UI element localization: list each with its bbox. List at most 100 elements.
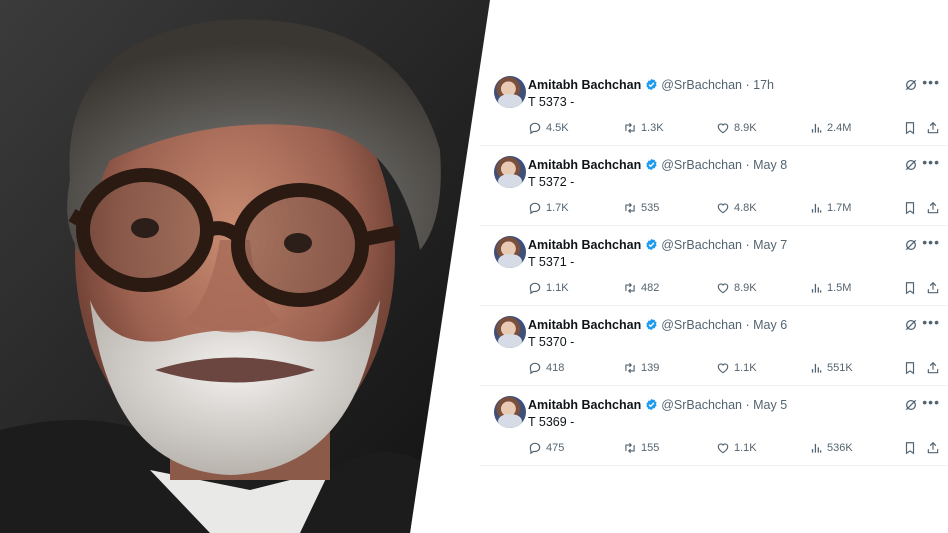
author-name[interactable]: Amitabh Bachchan <box>528 78 641 92</box>
share-button[interactable] <box>926 121 940 135</box>
tweet-time[interactable]: 17h <box>753 78 774 92</box>
views-button[interactable]: 536K <box>809 441 853 455</box>
tweet[interactable]: Amitabh Bachchan @SrBachchan · May 8 ••• … <box>480 146 948 226</box>
share-button[interactable] <box>926 441 940 455</box>
bookmark-icon <box>905 282 915 295</box>
grok-icon[interactable] <box>904 398 918 412</box>
avatar[interactable] <box>494 396 526 428</box>
tweet-time[interactable]: May 8 <box>753 158 787 172</box>
like-count: 1.1K <box>734 362 757 374</box>
views-bar-chart-icon <box>811 283 822 293</box>
author-handle[interactable]: @SrBachchan <box>661 158 742 172</box>
author-handle[interactable]: @SrBachchan <box>661 78 742 92</box>
like-button[interactable]: 8.9K <box>716 281 757 295</box>
avatar[interactable] <box>494 156 526 188</box>
grok-icon[interactable] <box>904 78 918 92</box>
bookmark-button[interactable] <box>903 281 917 295</box>
heart-icon <box>717 363 729 374</box>
grok-icon[interactable] <box>904 158 918 172</box>
more-options-icon[interactable]: ••• <box>922 314 940 330</box>
tweet-time[interactable]: May 5 <box>753 398 787 412</box>
share-button[interactable] <box>926 201 940 215</box>
like-button[interactable]: 1.1K <box>716 441 757 455</box>
views-button[interactable]: 2.4M <box>809 121 851 135</box>
author-name[interactable]: Amitabh Bachchan <box>528 238 641 252</box>
bookmark-button[interactable] <box>903 361 917 375</box>
view-count: 1.7M <box>827 202 852 214</box>
verified-badge-icon <box>646 78 657 91</box>
tweet[interactable]: Amitabh Bachchan @SrBachchan · 17h ••• T … <box>480 66 948 146</box>
tweet-time[interactable]: May 7 <box>753 238 787 252</box>
retweet-button[interactable]: 535 <box>623 201 659 215</box>
like-count: 1.1K <box>734 442 757 454</box>
views-button[interactable]: 1.7M <box>809 201 851 215</box>
tweet-header: Amitabh Bachchan @SrBachchan · May 6 <box>528 318 787 332</box>
share-icon <box>927 121 939 134</box>
author-handle[interactable]: @SrBachchan <box>661 398 742 412</box>
views-button[interactable]: 551K <box>809 361 853 375</box>
author-handle[interactable]: @SrBachchan <box>661 318 742 332</box>
bookmark-icon <box>905 122 915 135</box>
heart-icon <box>717 123 729 134</box>
like-button[interactable]: 4.8K <box>716 201 757 215</box>
separator: · <box>742 158 754 172</box>
avatar[interactable] <box>494 236 526 268</box>
tweet-header: Amitabh Bachchan @SrBachchan · 17h <box>528 78 774 92</box>
bookmark-icon <box>905 202 915 215</box>
reply-button[interactable]: 475 <box>528 441 564 455</box>
reply-button[interactable]: 418 <box>528 361 564 375</box>
bookmark-button[interactable] <box>903 121 917 135</box>
more-options-icon[interactable]: ••• <box>922 234 940 250</box>
grok-icon[interactable] <box>904 238 918 252</box>
tweet-header: Amitabh Bachchan @SrBachchan · May 8 <box>528 158 787 172</box>
author-handle[interactable]: @SrBachchan <box>661 238 742 252</box>
reply-button[interactable]: 1.1K <box>528 281 569 295</box>
reply-icon <box>529 122 541 135</box>
tweet-time[interactable]: May 6 <box>753 318 787 332</box>
more-options-icon[interactable]: ••• <box>922 74 940 90</box>
reply-button[interactable]: 1.7K <box>528 201 569 215</box>
author-name[interactable]: Amitabh Bachchan <box>528 398 641 412</box>
tweet-actions: 1.1K 482 8.9K 1.5M <box>528 281 940 297</box>
author-name[interactable]: Amitabh Bachchan <box>528 158 641 172</box>
share-button[interactable] <box>926 361 940 375</box>
verified-badge-icon <box>646 318 657 331</box>
tweet-header: Amitabh Bachchan @SrBachchan · May 5 <box>528 398 787 412</box>
reply-icon <box>529 442 541 455</box>
bookmark-button[interactable] <box>903 201 917 215</box>
bookmark-button[interactable] <box>903 441 917 455</box>
reply-icon <box>529 202 541 215</box>
avatar[interactable] <box>494 76 526 108</box>
verified-badge-icon <box>646 398 657 411</box>
tweet-text: T 5373 - <box>528 95 575 109</box>
share-button[interactable] <box>926 281 940 295</box>
retweet-count: 155 <box>641 442 660 454</box>
reply-button[interactable]: 4.5K <box>528 121 569 135</box>
more-options-icon[interactable]: ••• <box>922 154 940 170</box>
retweet-icon <box>625 282 635 294</box>
like-button[interactable]: 1.1K <box>716 361 757 375</box>
tweet[interactable]: Amitabh Bachchan @SrBachchan · May 7 ••• … <box>480 226 948 306</box>
separator: · <box>742 318 754 332</box>
grok-icon[interactable] <box>904 318 918 332</box>
tweet-text: T 5370 - <box>528 335 575 349</box>
retweet-button[interactable]: 1.3K <box>623 121 664 135</box>
tweet[interactable]: Amitabh Bachchan @SrBachchan · May 6 ••• … <box>480 306 948 386</box>
tweet-actions: 4.5K 1.3K 8.9K 2.4M <box>528 121 940 137</box>
retweet-button[interactable]: 139 <box>623 361 659 375</box>
retweet-button[interactable]: 155 <box>623 441 659 455</box>
tweet-text: T 5369 - <box>528 415 575 429</box>
more-options-icon[interactable]: ••• <box>922 394 940 410</box>
retweet-button[interactable]: 482 <box>623 281 659 295</box>
retweet-icon <box>625 442 635 454</box>
share-icon <box>927 361 939 374</box>
views-bar-chart-icon <box>811 203 822 213</box>
like-button[interactable]: 8.9K <box>716 121 757 135</box>
views-button[interactable]: 1.5M <box>809 281 851 295</box>
avatar[interactable] <box>494 316 526 348</box>
verified-badge-icon <box>646 238 657 251</box>
retweet-count: 535 <box>641 202 660 214</box>
author-name[interactable]: Amitabh Bachchan <box>528 318 641 332</box>
tweet[interactable]: Amitabh Bachchan @SrBachchan · May 5 ••• … <box>480 386 948 466</box>
separator: · <box>742 238 754 252</box>
